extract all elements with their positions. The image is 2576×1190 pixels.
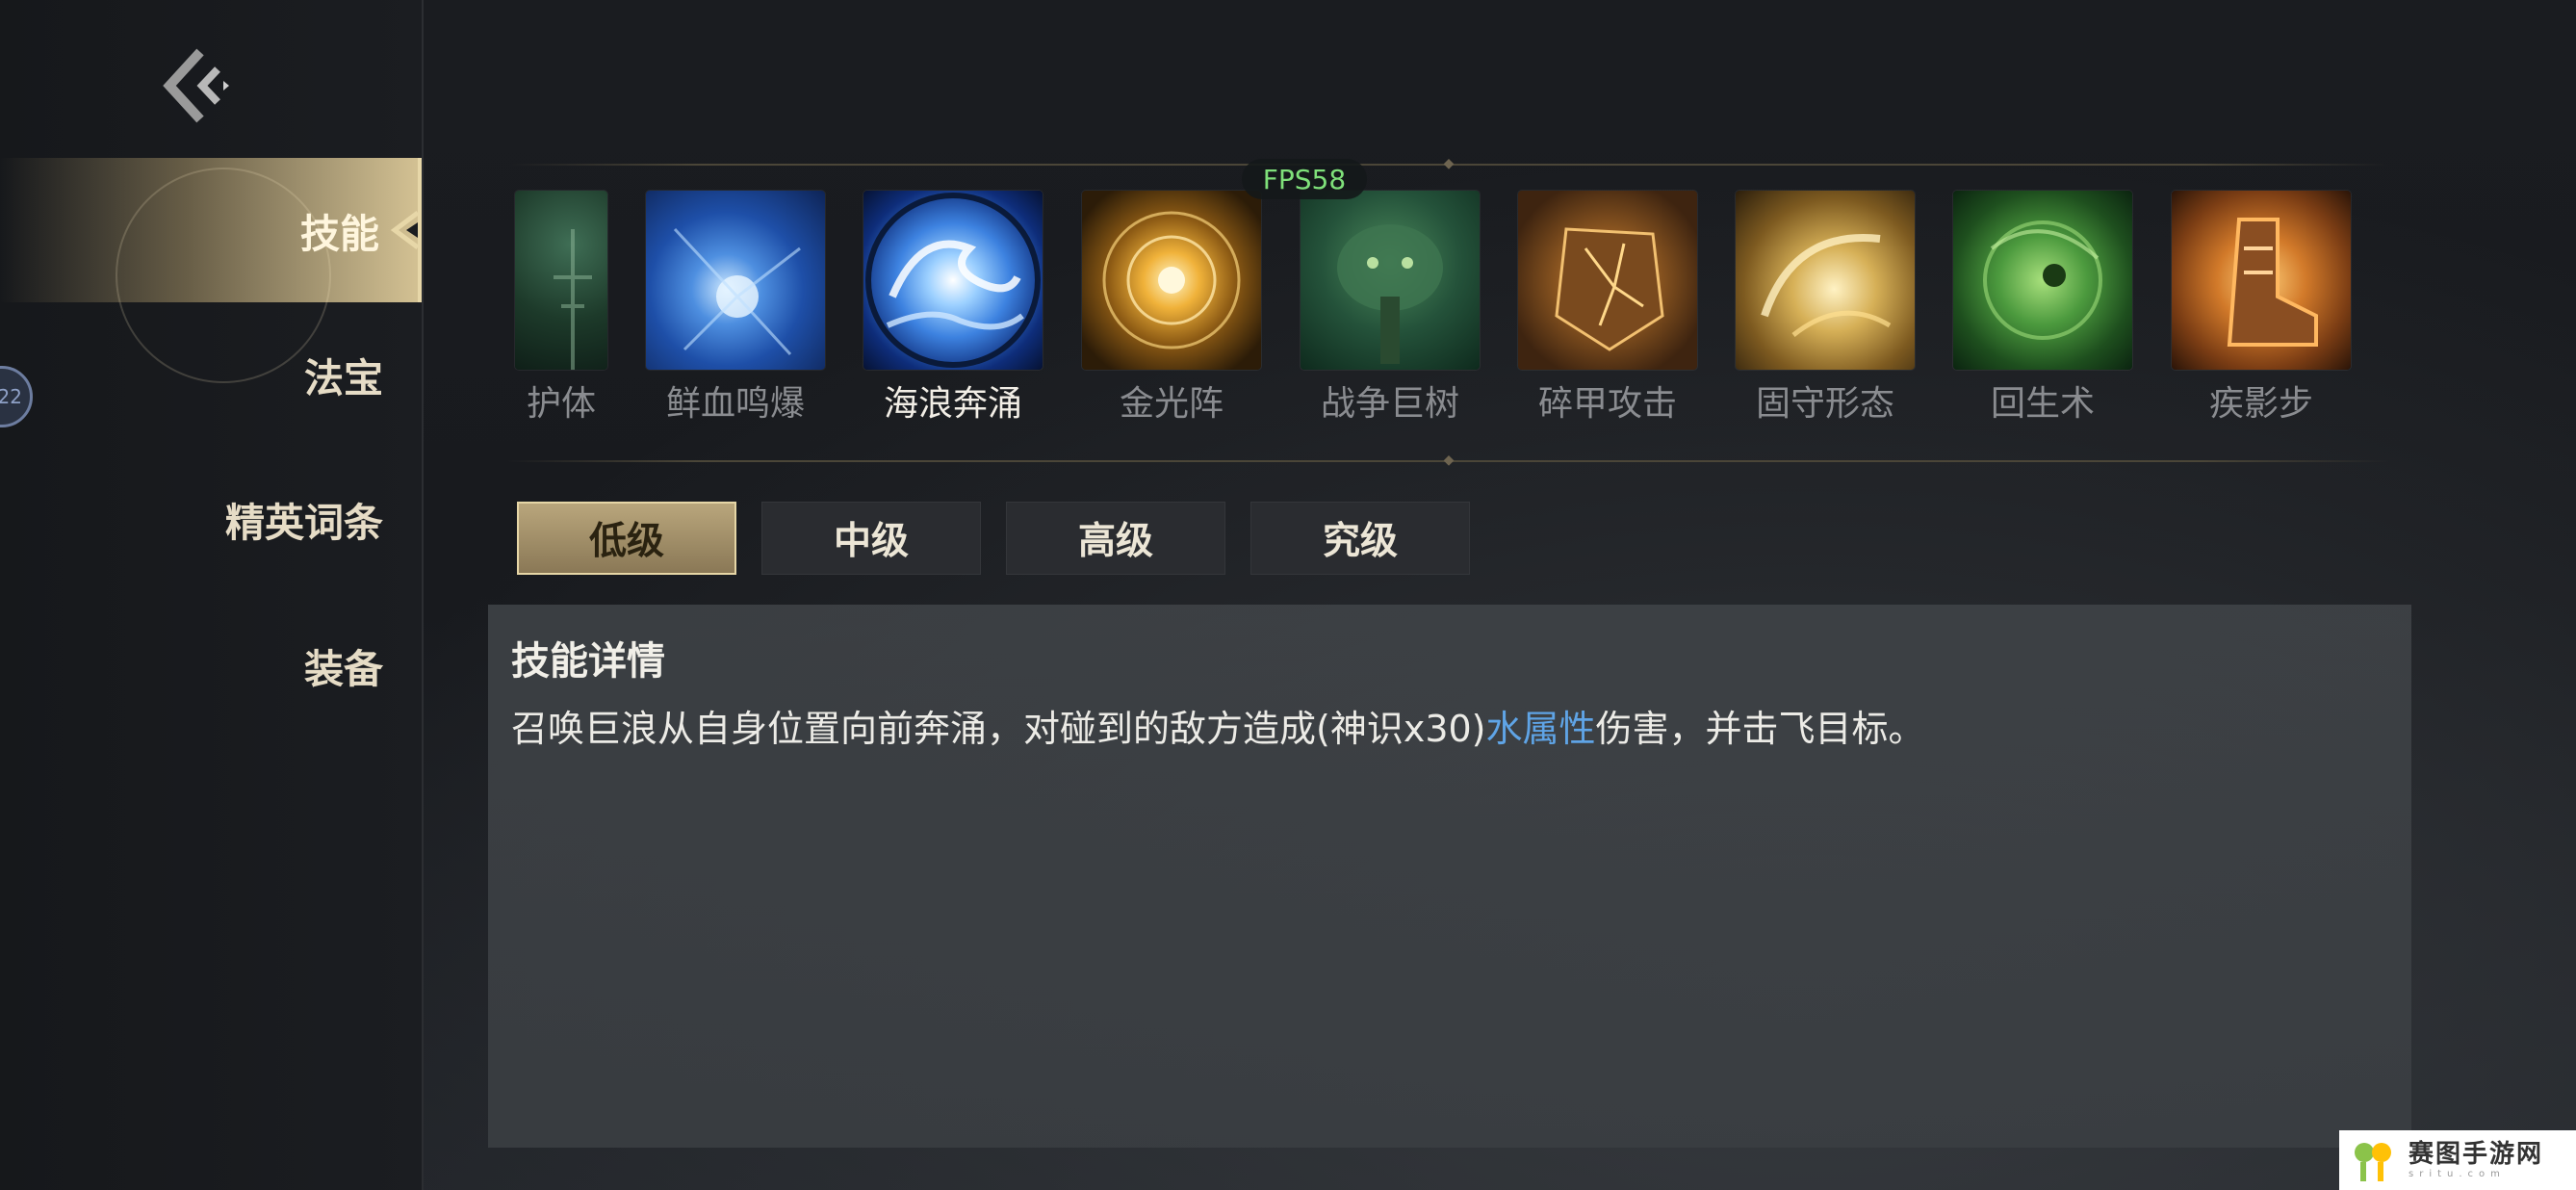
skill-label: 护体 [526, 384, 596, 424]
watermark-sub-text: sritu.com [2409, 1169, 2506, 1179]
tab-label: 低级 [588, 520, 664, 563]
bottom-divider: ◆ [508, 453, 2389, 467]
detail-title: 技能详情 [511, 639, 665, 684]
swift-step-icon [2172, 191, 2351, 370]
blood-burst-icon [646, 191, 825, 370]
top-divider: ◆ [508, 157, 2389, 170]
back-button[interactable] [162, 44, 239, 127]
ocean-wave-icon [863, 191, 1043, 370]
skill-item-jinguang[interactable]: 金光阵 [1082, 191, 1261, 424]
sidebar-item-label: 装备 [304, 646, 383, 692]
badge-text: 22 [0, 385, 22, 408]
skill-label: 金光阵 [1119, 384, 1224, 424]
watermark-main-text: 赛图手游网 [2409, 1140, 2544, 1169]
skill-item-huti[interactable]: 护体 [515, 191, 607, 424]
back-arrow-icon [163, 48, 229, 123]
skill-label: 固守形态 [1755, 384, 1894, 424]
skill-detail-panel: 技能详情 召唤巨浪从自身位置向前奔涌，对碰到的敌方造成(神识x30)水属性伤害，… [488, 605, 2411, 1148]
golden-array-icon [1082, 191, 1261, 370]
fps-text: FPS58 [1262, 163, 1347, 195]
sidebar-item-equipment[interactable]: 装备 [0, 593, 422, 737]
fps-counter: FPS58 [1242, 159, 1367, 199]
skill-item-suijia[interactable]: 碎甲攻击 [1518, 191, 1697, 424]
war-tree-icon [1301, 191, 1480, 370]
sidebar-item-label: 法宝 [304, 355, 383, 401]
skill-label: 疾影步 [2208, 384, 2313, 424]
skill-label: 回生术 [1990, 384, 2095, 424]
sidebar: 技能 法宝 精英词条 装备 22 [0, 0, 424, 1190]
sidebar-item-label: 技能 [300, 211, 379, 257]
skill-item-xianxue[interactable]: 鲜血鸣爆 [646, 191, 825, 424]
sidebar-item-elite-affixes[interactable]: 精英词条 [0, 447, 422, 591]
tab-level-low[interactable]: 低级 [517, 502, 736, 575]
skill-item-jiying[interactable]: 疾影步 [2172, 191, 2351, 424]
tab-label: 中级 [833, 520, 909, 563]
tab-label: 究级 [1322, 520, 1398, 563]
shield-body-icon [515, 191, 607, 370]
skill-label: 碎甲攻击 [1537, 384, 1677, 424]
tab-label: 高级 [1077, 520, 1153, 563]
skill-item-gushou[interactable]: 固守形态 [1736, 191, 1915, 424]
sidebar-item-treasure[interactable]: 法宝 [0, 302, 422, 447]
tab-level-high[interactable]: 高级 [1006, 502, 1225, 575]
watermark: 赛图手游网 sritu.com [2339, 1130, 2576, 1190]
active-indicator-icon [390, 211, 420, 249]
sidebar-item-label: 精英词条 [225, 500, 383, 546]
skill-item-huisheng[interactable]: 回生术 [1953, 191, 2132, 424]
skill-item-zhanzheng[interactable]: 战争巨树 [1301, 191, 1480, 424]
armor-break-icon [1518, 191, 1697, 370]
tab-level-ultimate[interactable]: 究级 [1250, 502, 1470, 575]
detail-highlight: 水属性 [1485, 708, 1596, 750]
revive-icon [1953, 191, 2132, 370]
watermark-logo-icon [2349, 1135, 2399, 1185]
skill-label: 战争巨树 [1320, 384, 1459, 424]
detail-text-before: 召唤巨浪从自身位置向前奔涌，对碰到的敌方造成(神识x30) [511, 708, 1486, 750]
skill-label: 鲜血鸣爆 [665, 384, 805, 424]
tab-level-mid[interactable]: 中级 [761, 502, 981, 575]
guard-stance-icon [1736, 191, 1915, 370]
skill-item-hailang[interactable]: 海浪奔涌 [863, 191, 1043, 424]
detail-text-after: 伤害，并击飞目标。 [1595, 708, 1925, 750]
skill-label: 海浪奔涌 [883, 384, 1022, 424]
sidebar-item-skills[interactable]: 技能 [0, 158, 422, 383]
detail-description: 召唤巨浪从自身位置向前奔涌，对碰到的敌方造成(神识x30)水属性伤害，并击飞目标… [511, 699, 1925, 752]
